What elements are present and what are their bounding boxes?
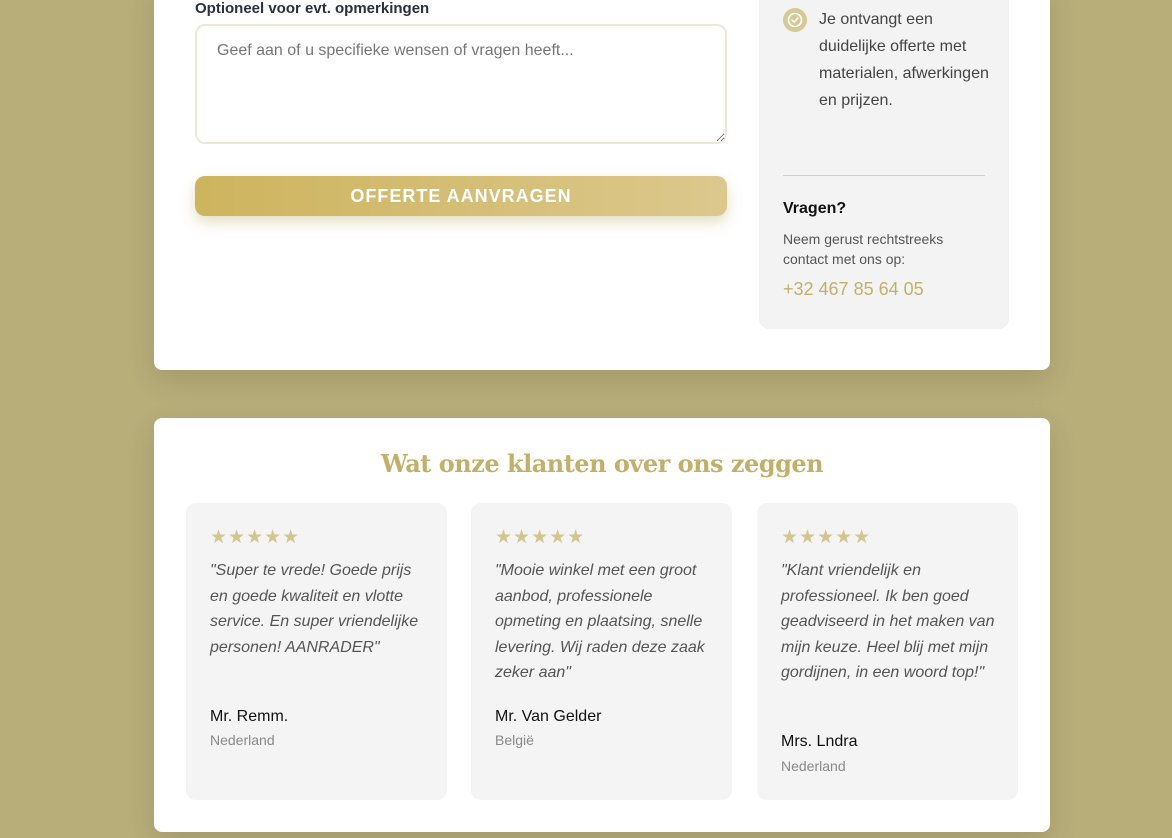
request-quote-button[interactable]: OFFERTE AANVRAGEN <box>195 176 727 216</box>
star-rating-icon: ★★★★★ <box>495 527 586 548</box>
benefit-text: Je ontvangt een duidelijke offerte met m… <box>819 11 989 109</box>
reviewer-country: Nederland <box>781 758 846 774</box>
review-quote: "Mooie winkel met een groot aanbod, prof… <box>495 562 705 682</box>
sidebar-divider <box>783 175 985 176</box>
review-quote: "Super te vrede! Goede prijs en goede kw… <box>210 562 419 656</box>
reviewer-name: Mr. Van Gelder <box>495 708 602 725</box>
questions-title: Vragen? <box>783 200 847 217</box>
phone-link[interactable]: +32 467 85 64 05 <box>783 279 924 300</box>
reviewer-country: Nederland <box>210 732 275 748</box>
questions-text: Neem gerust rechtstreeks contact met ons… <box>783 231 944 267</box>
review-card: ★★★★★ "Super te vrede! Goede prijs en go… <box>186 503 447 800</box>
check-circle-icon <box>783 8 807 32</box>
reviewer-country: België <box>495 732 534 748</box>
review-card: ★★★★★ "Mooie winkel met een groot aanbod… <box>471 503 732 800</box>
review-quote: "Klant vriendelijk en professioneel. Ik … <box>781 562 995 682</box>
remarks-textarea[interactable] <box>195 24 727 144</box>
review-card: ★★★★★ "Klant vriendelijk en professionee… <box>757 503 1018 800</box>
star-rating-icon: ★★★★★ <box>210 527 301 548</box>
remarks-label: Optioneel voor evt. opmerkingen <box>195 0 430 17</box>
reviewer-name: Mr. Remm. <box>210 708 289 725</box>
reviewer-name: Mrs. Lndra <box>781 733 858 750</box>
star-rating-icon: ★★★★★ <box>781 527 872 548</box>
reviews-title: Wat onze klanten over ons zeggen <box>380 449 824 478</box>
